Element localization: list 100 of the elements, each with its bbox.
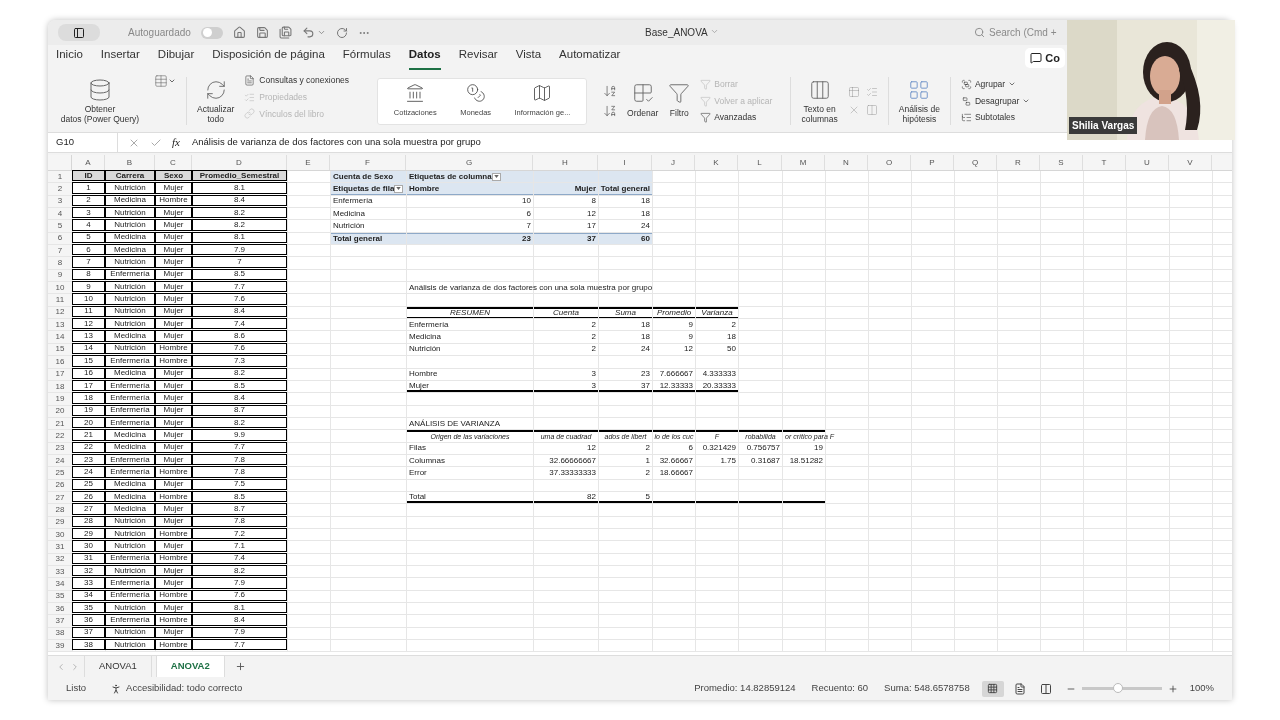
page-layout-icon[interactable]: [1013, 682, 1026, 695]
redo-icon[interactable]: [335, 26, 348, 39]
sheet-tab[interactable]: ANOVA1: [84, 656, 152, 677]
save-as-icon[interactable]: [278, 26, 292, 39]
column-letter[interactable]: N: [825, 155, 868, 170]
row-number[interactable]: 22: [48, 430, 72, 442]
page-break-icon[interactable]: [1039, 682, 1052, 695]
table-menu-button[interactable]: [154, 74, 176, 88]
row-number[interactable]: 1: [48, 171, 72, 183]
column-letter[interactable]: E: [287, 155, 330, 170]
row-number[interactable]: 19: [48, 393, 72, 405]
sort-descending-icon[interactable]: [603, 104, 618, 118]
ribbon-tab[interactable]: Fórmulas: [342, 46, 391, 70]
row-number[interactable]: 20: [48, 405, 72, 417]
zoom-in-icon[interactable]: [1167, 683, 1178, 694]
row-number[interactable]: 25: [48, 467, 72, 479]
save-icon[interactable]: [255, 26, 269, 39]
row-number[interactable]: 11: [48, 294, 72, 306]
row-number[interactable]: 2: [48, 183, 72, 195]
undo-icon[interactable]: [301, 26, 315, 39]
filter-button[interactable]: Filtro: [668, 82, 691, 120]
ribbon-tab[interactable]: Inicio: [56, 46, 83, 70]
column-letter[interactable]: L: [738, 155, 782, 170]
row-number[interactable]: 17: [48, 368, 72, 380]
zoom-thumb[interactable]: [1112, 683, 1123, 693]
row-number[interactable]: 33: [48, 566, 72, 578]
text-to-columns-button[interactable]: Texto en columnas: [801, 78, 838, 124]
filter-option[interactable]: Avanzadas: [700, 111, 773, 125]
what-if-button[interactable]: Análisis de hipótesis: [898, 78, 940, 124]
row-number[interactable]: 29: [48, 516, 72, 528]
ribbon-tab[interactable]: Dibujar: [157, 46, 195, 70]
row-number[interactable]: 39: [48, 640, 72, 652]
query-option[interactable]: Consultas y conexiones: [244, 74, 350, 87]
column-letter[interactable]: T: [1083, 155, 1126, 170]
grid-icon[interactable]: [847, 86, 860, 98]
refresh-all-button[interactable]: Actualizar todo: [197, 78, 235, 124]
row-number[interactable]: 16: [48, 356, 72, 368]
row-number[interactable]: 34: [48, 578, 72, 590]
autosave-toggle[interactable]: [200, 26, 223, 39]
search-field[interactable]: Search (Cmd +: [974, 24, 1062, 41]
filter-dropdown-icon[interactable]: [394, 184, 404, 193]
outline-option[interactable]: Subtotales: [960, 111, 1031, 125]
column-letter[interactable]: K: [695, 155, 738, 170]
ribbon-tab[interactable]: Revisar: [458, 46, 498, 70]
ribbon-tab[interactable]: Insertar: [100, 46, 140, 70]
column-letter[interactable]: J: [652, 155, 695, 170]
row-number[interactable]: 14: [48, 331, 72, 343]
filter-dropdown-icon[interactable]: [491, 172, 501, 181]
column-letter[interactable]: P: [911, 155, 954, 170]
row-number[interactable]: 37: [48, 615, 72, 627]
formula-text[interactable]: Análisis de varianza de dos factores con una sola muestra por grupo: [191, 135, 481, 150]
table-cell: Hombre: [155, 589, 192, 602]
previous-sheet-icon[interactable]: [56, 661, 66, 672]
outline-option[interactable]: Desagrupar: [960, 94, 1031, 108]
ribbon-tab[interactable]: Disposición de página: [212, 46, 325, 70]
home-icon[interactable]: [232, 26, 246, 39]
sidebar-toggle-button[interactable]: [58, 24, 100, 41]
row-number[interactable]: 7: [48, 245, 72, 257]
row-number[interactable]: 5: [48, 220, 72, 232]
sheet-tab[interactable]: ANOVA2: [155, 656, 225, 677]
column-letter[interactable]: R: [997, 155, 1040, 170]
ribbon-tab[interactable]: Datos: [408, 46, 441, 70]
column-letter[interactable]: F: [330, 155, 406, 170]
function-label[interactable]: fx: [172, 134, 180, 151]
sort-ascending-icon[interactable]: [603, 84, 618, 98]
row-number[interactable]: 31: [48, 541, 72, 553]
column-letter[interactable]: O: [868, 155, 911, 170]
column-letter[interactable]: M: [782, 155, 825, 170]
columns-icon[interactable]: [865, 104, 878, 116]
ribbon-tab[interactable]: Vista: [515, 46, 542, 70]
column-letter[interactable]: S: [1040, 155, 1083, 170]
column-letter[interactable]: U: [1126, 155, 1169, 170]
row-number[interactable]: 8: [48, 257, 72, 269]
zoom-percentage[interactable]: 100%: [1189, 681, 1214, 696]
add-sheet-icon[interactable]: [234, 661, 246, 672]
row-number[interactable]: 13: [48, 319, 72, 331]
row-number[interactable]: 28: [48, 504, 72, 516]
table-cell: Mujer: [155, 182, 192, 194]
row-number[interactable]: 36: [48, 603, 72, 615]
undo-caret-icon[interactable]: [316, 28, 326, 37]
normal-view-button[interactable]: [981, 680, 1004, 697]
column-letter[interactable]: I: [598, 155, 652, 170]
sort-button[interactable]: Ordenar: [627, 82, 659, 120]
row-number[interactable]: 23: [48, 442, 72, 454]
validation-icon[interactable]: [865, 86, 878, 98]
name-box[interactable]: G10: [48, 133, 118, 152]
outline-option[interactable]: Agrupar: [960, 77, 1031, 91]
title-caret-icon[interactable]: [709, 27, 719, 36]
row-number[interactable]: 10: [48, 282, 72, 294]
get-data-button[interactable]: Obtener datos (Power Query): [56, 78, 144, 124]
column-letter[interactable]: Q: [954, 155, 997, 170]
column-letter[interactable]: G: [406, 155, 533, 170]
comments-button[interactable]: Co: [1025, 48, 1065, 68]
next-sheet-icon[interactable]: [70, 661, 80, 672]
row-number[interactable]: 26: [48, 479, 72, 491]
column-letter[interactable]: V: [1169, 155, 1212, 170]
accessibility-status[interactable]: Accesibilidad: todo correcto: [126, 681, 243, 696]
column-letter[interactable]: H: [533, 155, 598, 170]
ribbon-tab[interactable]: Automatizar: [559, 46, 621, 70]
row-number[interactable]: 4: [48, 208, 72, 220]
